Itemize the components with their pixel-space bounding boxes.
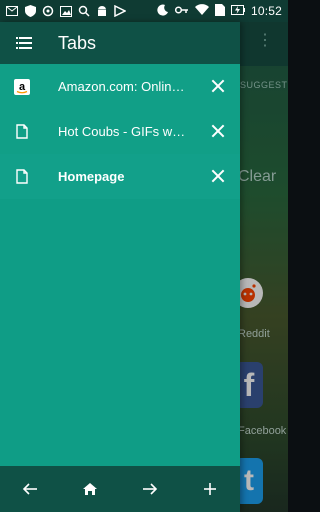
search-icon <box>78 5 90 17</box>
sync-icon <box>42 5 54 17</box>
tab-label: Amazon.com: Online Shopping <box>58 79 186 94</box>
sim-icon <box>214 3 225 19</box>
amazon-icon: a <box>14 78 30 95</box>
email-icon <box>6 5 18 17</box>
drawer-bottom-bar <box>0 466 240 512</box>
svg-text:a: a <box>19 81 26 93</box>
tab-item-homepage[interactable]: Homepage <box>0 154 240 199</box>
tab-label: Homepage <box>58 169 125 184</box>
forward-arrow-icon[interactable] <box>138 477 162 501</box>
close-icon[interactable] <box>210 123 226 139</box>
list-menu-icon[interactable] <box>16 36 32 50</box>
android-icon <box>96 5 108 17</box>
tab-label: Hot Coubs - GIFs with Sound <box>58 124 186 139</box>
image-icon <box>60 5 72 17</box>
shield-icon <box>24 5 36 17</box>
close-icon[interactable] <box>210 78 226 94</box>
clock: 10:52 <box>250 4 282 18</box>
drawer-header: Tabs <box>0 22 240 64</box>
page-icon <box>14 124 30 140</box>
status-bar: 10:52 <box>0 0 288 22</box>
tab-item-amazon[interactable]: a Amazon.com: Online Shopping <box>0 64 240 109</box>
tabs-drawer: Tabs a Amazon.com: Online Shopping Hot C <box>0 22 240 512</box>
close-icon[interactable] <box>210 168 226 184</box>
home-icon[interactable] <box>78 477 102 501</box>
tab-item-coub[interactable]: Hot Coubs - GIFs with Sound <box>0 109 240 154</box>
moon-icon <box>157 4 169 19</box>
drawer-title: Tabs <box>58 32 97 53</box>
page-icon <box>14 169 30 185</box>
tab-list: a Amazon.com: Online Shopping Hot Coubs … <box>0 64 240 199</box>
plus-icon[interactable] <box>198 477 222 501</box>
wifi-icon <box>194 4 209 18</box>
back-arrow-icon[interactable] <box>18 477 42 501</box>
key-icon <box>174 4 189 18</box>
flag-icon <box>114 5 126 17</box>
battery-charging-icon <box>230 4 245 18</box>
